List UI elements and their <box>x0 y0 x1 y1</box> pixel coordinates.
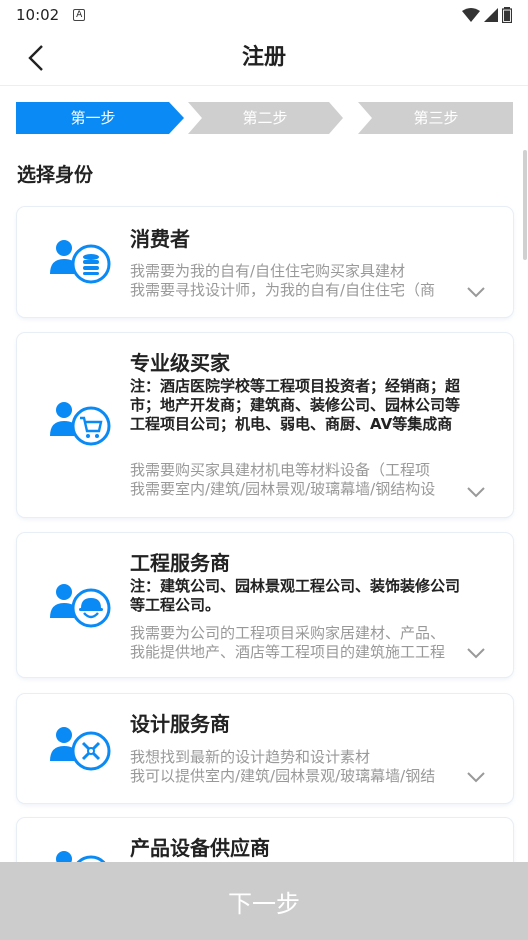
engineer-helmet-icon <box>50 584 111 628</box>
identity-card-consumer[interactable]: 消费者 我需要为我的自有/自住住宅购买家具建材 我需要寻找设计师，为我的自有/自… <box>17 207 513 317</box>
status-bar: 10:02 A <box>0 0 528 30</box>
card-title: 产品设备供应商 <box>130 836 270 860</box>
card-description: 我需要为公司的工程项目采购家居建材、产品、 <box>130 624 446 642</box>
designer-tools-icon <box>50 727 111 771</box>
page-title: 注册 <box>241 45 286 70</box>
status-time: 10:02 <box>16 6 60 24</box>
buyer-cart-icon <box>50 402 111 446</box>
step-3-label: 第三步 <box>413 109 458 127</box>
card-note: 注：建筑公司、园林景观工程公司、装饰装修公司等工程公司。 <box>130 577 461 614</box>
chevron-down-icon[interactable] <box>466 286 486 298</box>
chevron-down-icon[interactable] <box>466 486 486 498</box>
card-note: 注：酒店医院学校等工程项目投资者；经销商；超市；地产开发商；建筑商、装修公司、园… <box>130 377 461 433</box>
card-description: 我可以提供室内/建筑/园林景观/玻璃幕墙/钢结 <box>130 767 436 785</box>
identity-card-engineering-service[interactable]: 工程服务商 注：建筑公司、园林景观工程公司、装饰装修公司等工程公司。 我需要为公… <box>17 533 513 677</box>
card-description: 我需要室内/建筑/园林景观/玻璃幕墙/钢结构设 <box>130 480 436 498</box>
battery-icon <box>502 7 512 23</box>
card-description: 我需要为我的自有/自住住宅购买家具建材 <box>130 262 406 280</box>
consumer-coins-icon <box>50 240 111 284</box>
identity-card-design-service[interactable]: 设计服务商 我想找到最新的设计趋势和设计素材 我可以提供室内/建筑/园林景观/玻… <box>17 694 513 803</box>
identity-card-professional-buyer[interactable]: 专业级买家 注：酒店医院学校等工程项目投资者；经销商；超市；地产开发商；建筑商、… <box>17 333 513 517</box>
card-description: 我想找到最新的设计趋势和设计素材 <box>130 748 371 766</box>
card-title: 工程服务商 <box>130 551 230 575</box>
back-arrow-icon <box>28 45 43 71</box>
notification-icon: A <box>73 9 86 21</box>
card-title: 设计服务商 <box>130 712 230 736</box>
card-description: 我需要寻找设计师，为我的自有/自住住宅（商 <box>130 281 436 299</box>
step-2-label: 第二步 <box>242 109 287 127</box>
back-button[interactable] <box>16 40 56 76</box>
step-indicator: 第一步 第二步 第三步 <box>16 102 513 134</box>
chevron-down-icon[interactable] <box>466 647 486 659</box>
scrollbar[interactable] <box>523 150 527 260</box>
section-title: 选择身份 <box>17 164 94 186</box>
header: 注册 <box>0 30 528 86</box>
signal-icon <box>484 8 498 22</box>
card-title: 专业级买家 <box>130 351 230 375</box>
card-description: 我能提供地产、酒店等工程项目的建筑施工工程 <box>130 643 446 661</box>
next-step-button[interactable]: 下一步 <box>0 862 528 940</box>
card-title: 消费者 <box>130 227 190 251</box>
chevron-down-icon[interactable] <box>466 771 486 783</box>
wifi-icon <box>462 8 480 22</box>
step-1-label: 第一步 <box>70 109 115 127</box>
card-description: 我需要购买家具建材机电等材料设备（工程项 <box>130 461 431 479</box>
